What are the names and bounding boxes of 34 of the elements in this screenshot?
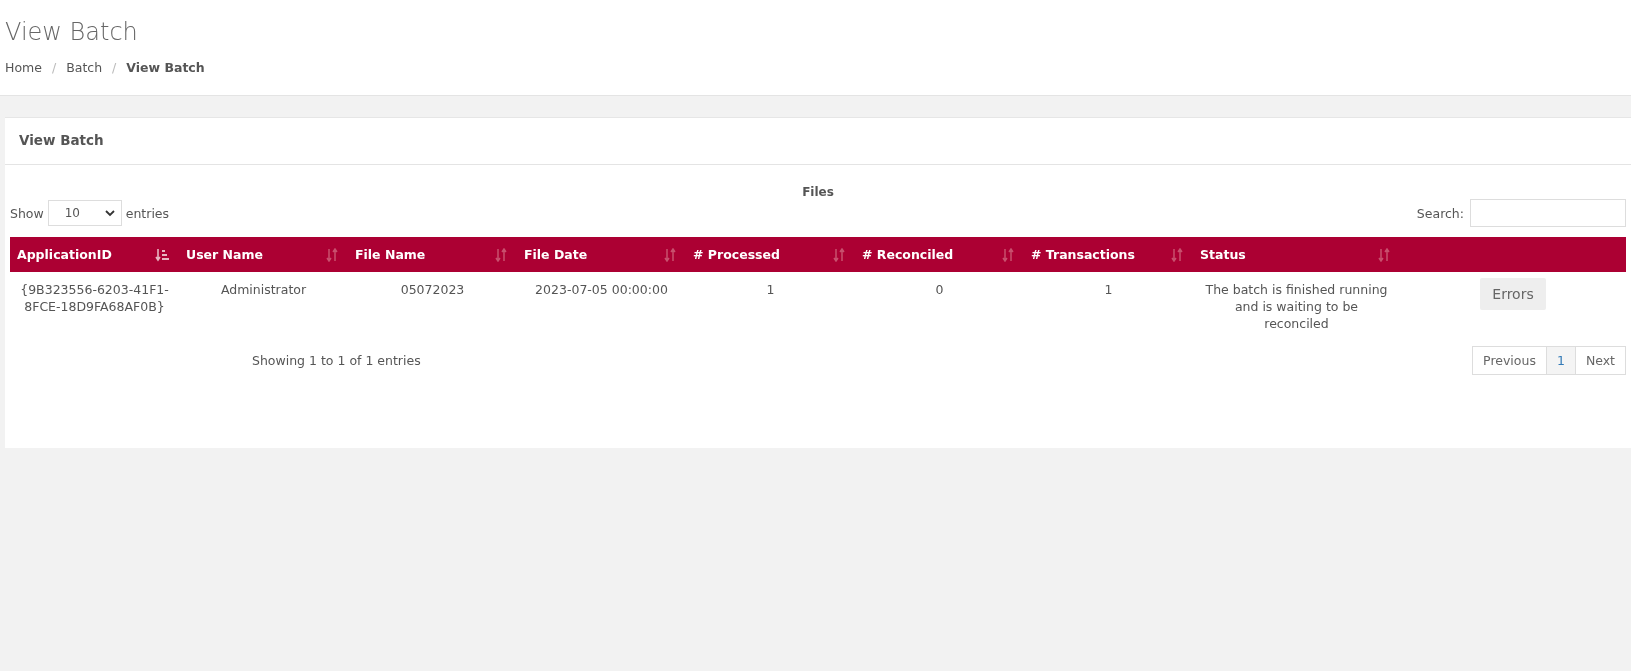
show-label: Show [10, 205, 44, 221]
breadcrumb-separator: / [112, 60, 117, 75]
column-header[interactable]: File Date [517, 237, 686, 272]
column-header[interactable]: File Name [348, 237, 517, 272]
errors-button[interactable]: Errors [1480, 278, 1546, 310]
pagination-button[interactable]: Previous [1472, 346, 1547, 375]
chevron-down-icon [104, 209, 115, 217]
column-header[interactable]: Status [1193, 237, 1400, 272]
column-header[interactable]: # Processed [686, 237, 855, 272]
entries-label: entries [125, 205, 170, 221]
table-cell: 1 [686, 272, 855, 346]
table-cell: 05072023 [348, 272, 517, 346]
table-cell: Administrator [179, 272, 348, 346]
table-caption: Files [801, 185, 835, 199]
table-cell: 0 [855, 272, 1024, 346]
table-cell: {9B323556-6203-41F1-8FCE-18D9FA68AF0B} [10, 272, 179, 346]
search-label: Search: [1416, 205, 1464, 221]
table-cell: 2023-07-05 00:00:00 [517, 272, 686, 346]
column-header[interactable]: # Transactions [1024, 237, 1193, 272]
breadcrumb-link[interactable]: Batch [66, 60, 103, 75]
page-title: View Batch [5, 18, 139, 46]
table-cell: The batch is finished running and is waiting to be reconciled [1193, 272, 1400, 346]
column-header[interactable]: User Name [179, 237, 348, 272]
column-header[interactable]: ApplicationID [10, 237, 179, 272]
pagination-button[interactable]: Next [1574, 346, 1626, 375]
table-cell: 1 [1024, 272, 1193, 346]
column-header[interactable]: # Reconciled [855, 237, 1024, 272]
panel-title: View Batch [19, 132, 105, 148]
pagination-button[interactable]: 1 [1545, 346, 1576, 375]
entries-dropdown[interactable]: 10 [47, 200, 122, 226]
search-field[interactable] [1470, 199, 1626, 227]
table-info: Showing 1 to 1 of 1 entries [252, 353, 421, 368]
breadcrumb-link[interactable]: Home [5, 60, 42, 75]
breadcrumb-separator: / [51, 60, 57, 75]
